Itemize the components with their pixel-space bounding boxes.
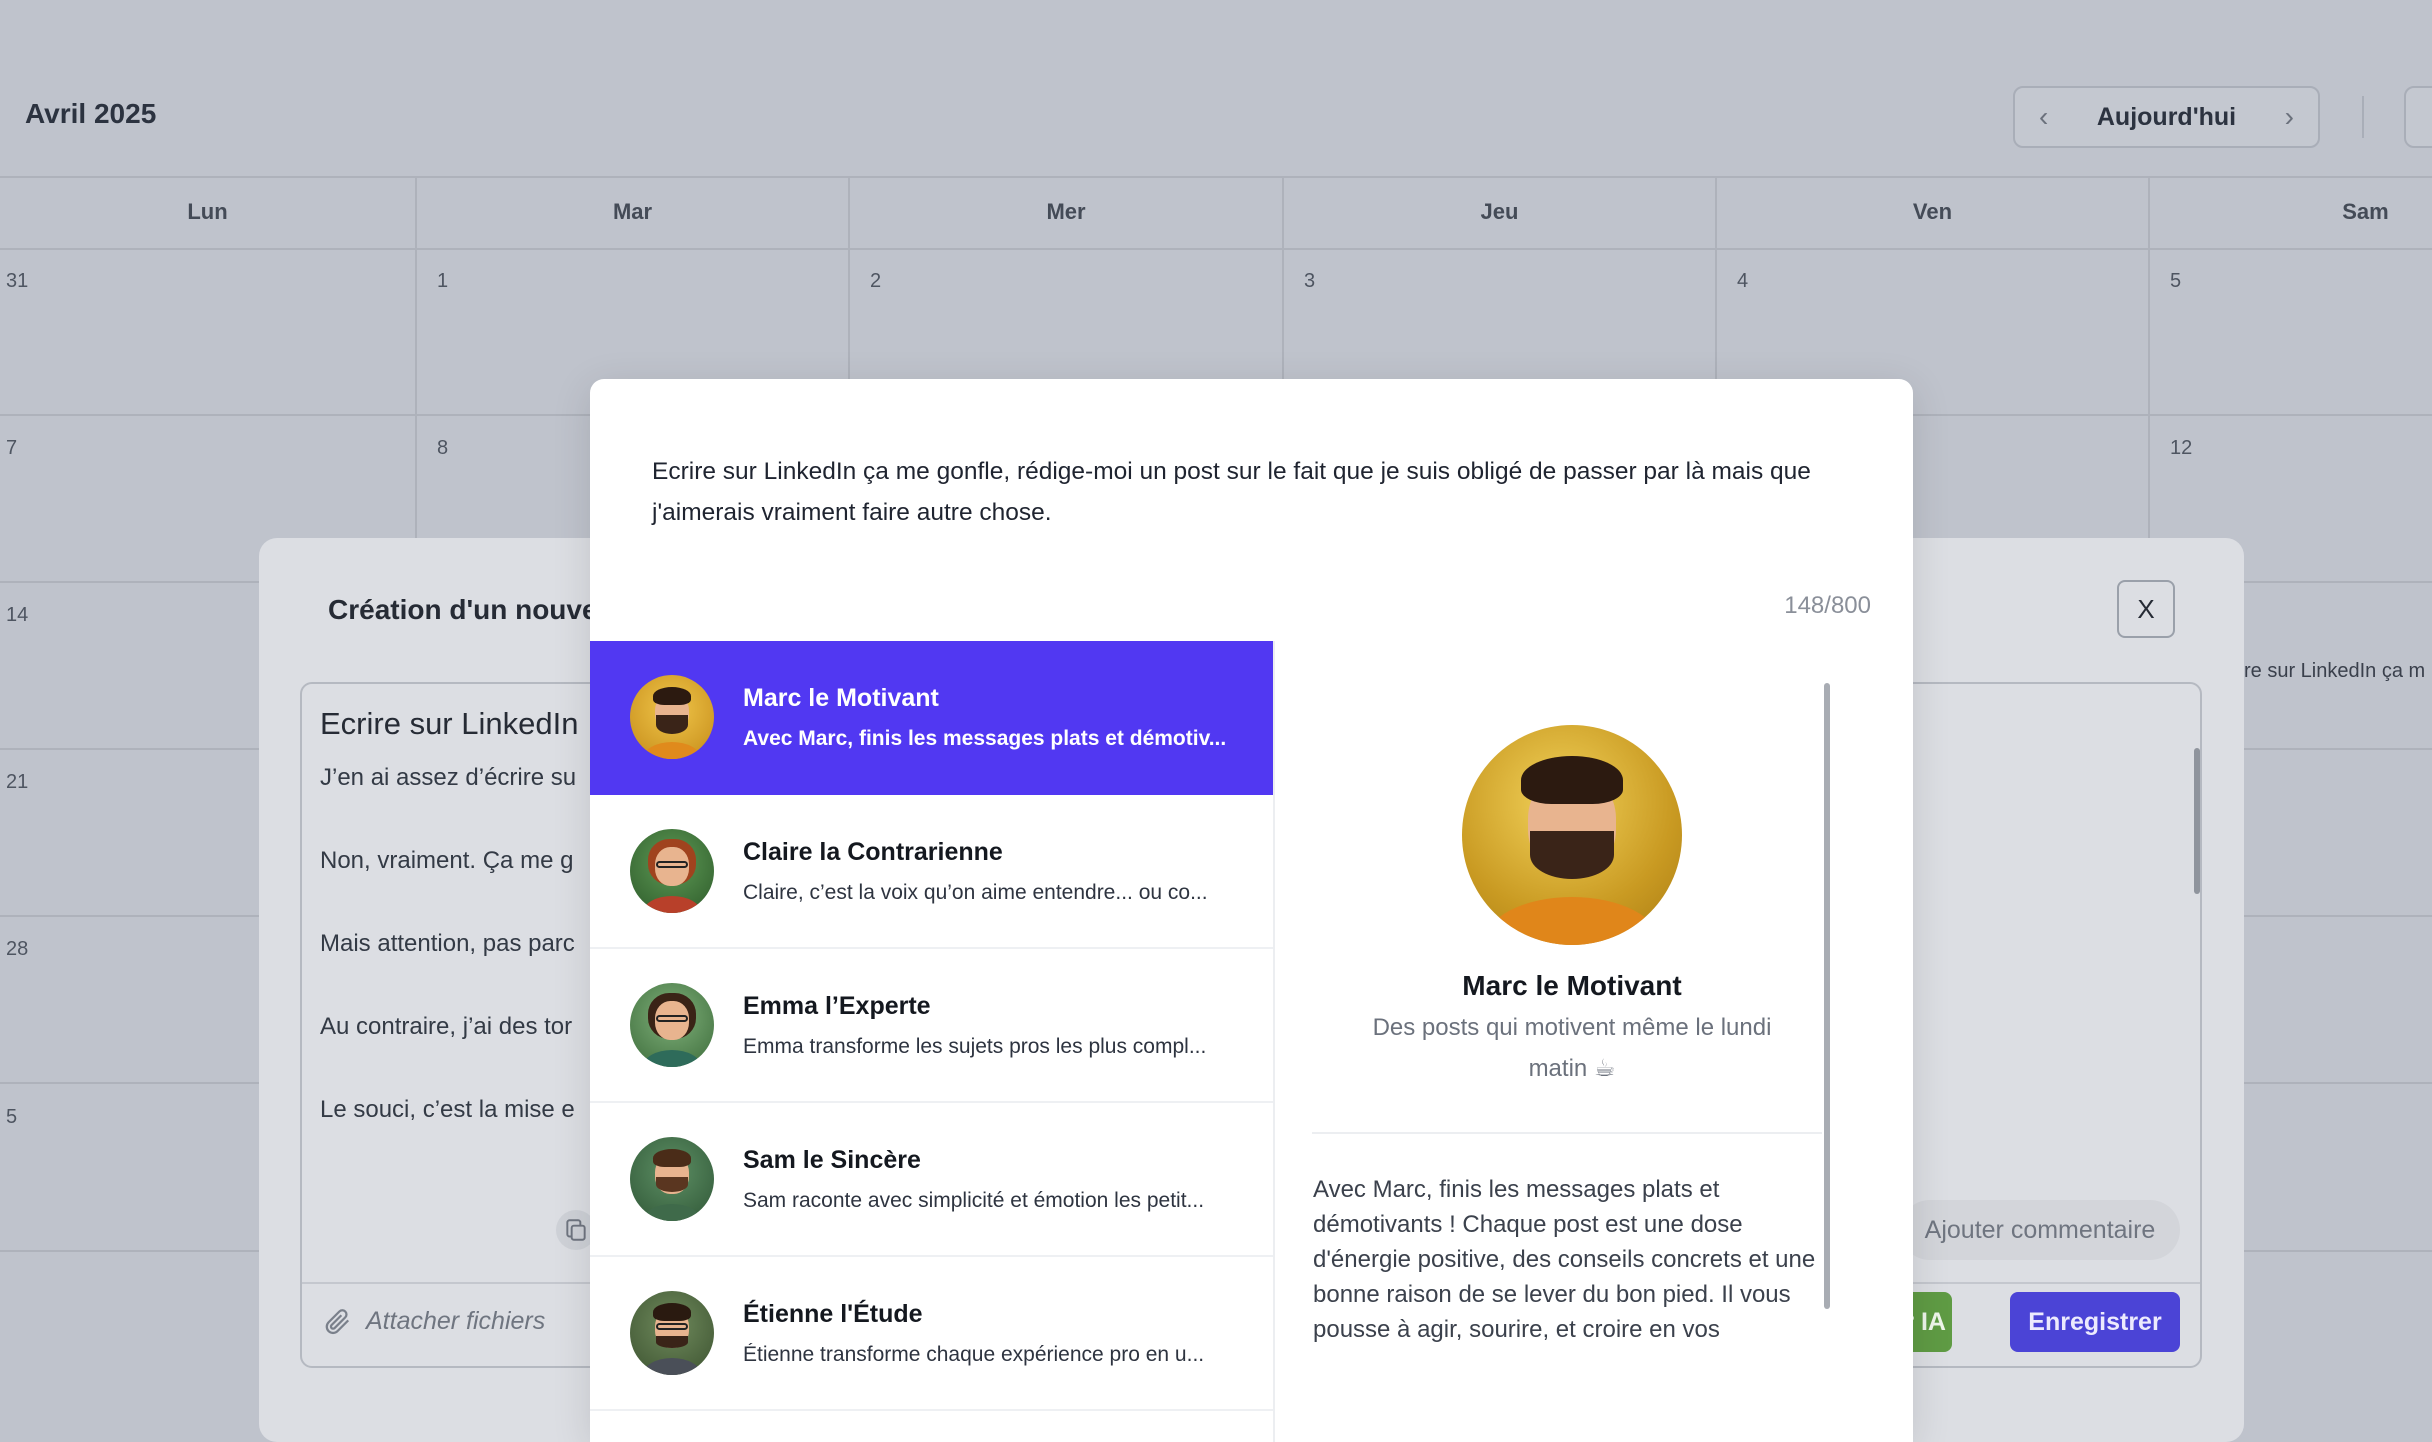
modal-title: Création d'un nouve — [328, 594, 598, 625]
calendar-event[interactable]: re sur LinkedIn ça m — [2244, 660, 2432, 683]
editor-line: J’en ai assez d’écrire su — [320, 764, 577, 791]
avatar — [630, 1137, 714, 1221]
persona-item-etienne[interactable]: Étienne l'Étude Étienne transforme chaqu… — [590, 1257, 1273, 1411]
day-number[interactable]: 21 — [6, 771, 28, 794]
persona-desc: Claire, c’est la voix qu’on aime entendr… — [743, 880, 1208, 904]
persona-name: Marc le Motivant — [743, 683, 939, 712]
detail-scrollbar[interactable] — [1824, 683, 1830, 1309]
avatar — [630, 675, 714, 759]
prompt-text[interactable]: Ecrire sur LinkedIn ça me gonfle, rédige… — [652, 451, 1852, 533]
chevron-left-icon[interactable]: ‹ — [2039, 103, 2048, 131]
day-number[interactable]: 14 — [6, 604, 28, 627]
day-number[interactable]: 2 — [870, 270, 881, 293]
close-button[interactable]: X — [2117, 580, 2175, 638]
day-number[interactable]: 3 — [1304, 270, 1315, 293]
persona-list: Marc le Motivant Avec Marc, finis les me… — [590, 641, 1273, 1411]
persona-item-marc[interactable]: Marc le Motivant Avec Marc, finis les me… — [590, 641, 1273, 795]
day-number[interactable]: 12 — [2170, 437, 2192, 460]
avatar — [630, 829, 714, 913]
today-button[interactable]: Aujourd'hui — [2097, 103, 2236, 132]
date-navigation: ‹ Aujourd'hui › — [2013, 86, 2320, 148]
selected-persona-tagline: Des posts qui motivent même le lundi mat… — [1372, 1014, 1772, 1082]
day-number[interactable]: 31 — [6, 270, 28, 293]
day-header-jeu: Jeu — [1480, 199, 1519, 224]
persona-name: Étienne l'Étude — [743, 1299, 923, 1328]
panel-divider — [1273, 641, 1275, 1442]
calendar-header: Avril 2025 ‹ Aujourd'hui › — [0, 0, 2432, 176]
day-number[interactable]: 5 — [6, 1106, 17, 1129]
day-number[interactable]: 8 — [437, 437, 448, 460]
grid-line — [0, 248, 2432, 250]
avatar — [630, 983, 714, 1067]
day-number[interactable]: 4 — [1737, 270, 1748, 293]
persona-item-claire[interactable]: Claire la Contrarienne Claire, c’est la … — [590, 795, 1273, 949]
persona-name: Sam le Sincère — [743, 1145, 921, 1174]
toolbar-divider — [2362, 96, 2364, 138]
persona-desc: Avec Marc, finis les messages plats et d… — [743, 726, 1227, 750]
editor-line: Non, vraiment. Ça me g — [320, 847, 574, 874]
selected-persona-name: Marc le Motivant — [1462, 970, 1682, 1001]
editor-line: Le souci, c’est la mise e — [320, 1096, 575, 1123]
persona-item-sam[interactable]: Sam le Sincère Sam raconte avec simplici… — [590, 1103, 1273, 1257]
avatar — [630, 1291, 714, 1375]
persona-name: Emma l’Experte — [743, 991, 931, 1020]
detail-divider — [1312, 1132, 1822, 1134]
chevron-right-icon[interactable]: › — [2285, 103, 2294, 131]
month-title: Avril 2025 — [25, 98, 157, 129]
attach-files-button[interactable]: Attacher fichiers — [322, 1306, 545, 1336]
persona-desc: Sam raconte avec simplicité et émotion l… — [743, 1188, 1205, 1212]
persona-item-emma[interactable]: Emma l’Experte Emma transforme les sujet… — [590, 949, 1273, 1103]
persona-name: Claire la Contrarienne — [743, 837, 1003, 866]
day-header-mer: Mer — [1046, 199, 1086, 224]
day-header-mar: Mar — [612, 199, 653, 224]
save-button[interactable]: Enregistrer — [2010, 1292, 2180, 1352]
day-number[interactable]: 5 — [2170, 270, 2181, 293]
editor-line: Au contraire, j’ai des tor — [320, 1013, 573, 1040]
attach-files-label: Attacher fichiers — [366, 1306, 546, 1335]
persona-desc: Étienne transforme chaque expérience pro… — [743, 1342, 1205, 1366]
editor-title: Ecrire sur LinkedIn — [320, 706, 579, 741]
view-switch-button[interactable] — [2404, 86, 2432, 148]
add-comment-button[interactable]: Ajouter commentaire — [1900, 1200, 2180, 1260]
paperclip-icon — [325, 1309, 350, 1335]
editor-scrollbar[interactable] — [2194, 748, 2200, 894]
day-header-sam: Sam — [2342, 199, 2389, 224]
selected-persona-description: Avec Marc, finis les messages plats et d… — [1313, 1176, 1816, 1343]
character-counter: 148/800 — [1784, 592, 1871, 619]
day-header-lun: Lun — [187, 199, 228, 224]
persona-desc: Emma transforme les sujets pros les plus… — [743, 1034, 1207, 1058]
day-number[interactable]: 1 — [437, 270, 448, 293]
day-number[interactable]: 7 — [6, 437, 17, 460]
day-header-ven: Ven — [1912, 199, 1953, 224]
editor-line: Mais attention, pas parc — [320, 930, 575, 957]
day-number[interactable]: 28 — [6, 938, 28, 961]
selected-persona-avatar — [1462, 725, 1682, 945]
